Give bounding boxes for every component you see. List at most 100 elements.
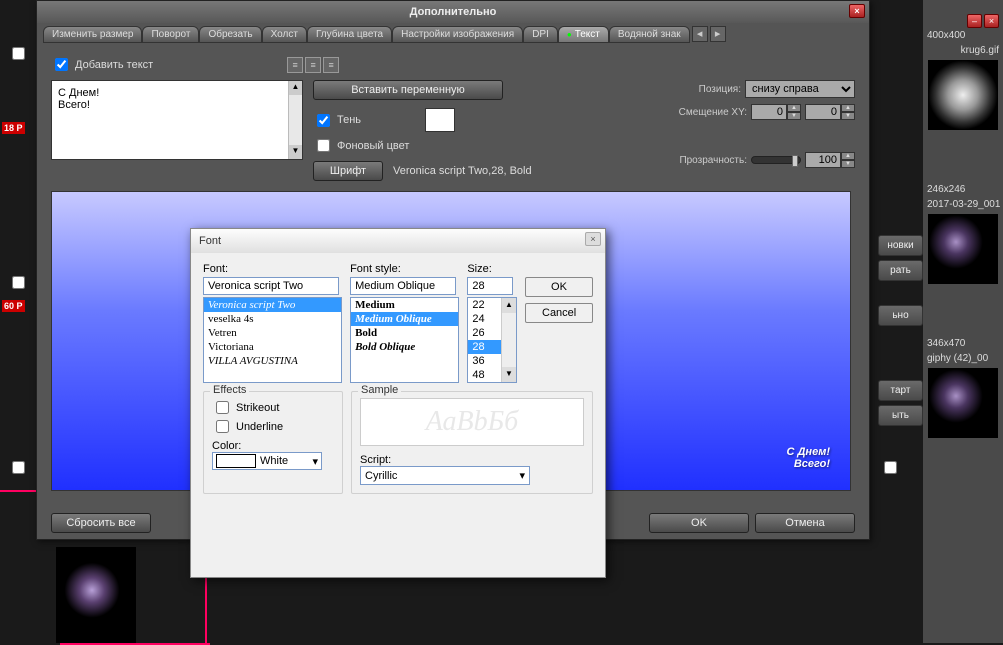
font-cancel-button[interactable]: Cancel xyxy=(525,303,593,323)
bgcolor-checkbox[interactable] xyxy=(317,139,330,152)
tab-bar: Изменить размер Поворот Обрезать Холст Г… xyxy=(37,23,869,45)
font-dialog: Font × Font: Veronica script Two veselka… xyxy=(190,228,606,578)
style-item-0[interactable]: Medium xyxy=(351,298,458,312)
align-center-icon[interactable]: ≡ xyxy=(305,57,321,73)
preview-line-1: С Днем! xyxy=(786,446,830,458)
font-style-input[interactable] xyxy=(350,277,456,295)
tab-resize[interactable]: Изменить размер xyxy=(43,26,142,43)
left-checkbox-2[interactable] xyxy=(12,276,25,289)
color-label: Color: xyxy=(212,440,334,452)
color-value: White xyxy=(260,455,312,467)
offset-y-input[interactable] xyxy=(805,104,841,120)
side-btn-5[interactable]: ыть xyxy=(878,405,923,426)
text-line-1: С Днем! xyxy=(58,87,296,99)
left-checkbox-1[interactable] xyxy=(12,47,25,60)
font-size-input[interactable] xyxy=(467,277,513,295)
style-item-3[interactable]: Bold Oblique xyxy=(351,340,458,354)
color-select[interactable]: White ▾ xyxy=(212,452,322,470)
offset-label: Смещение XY: xyxy=(679,107,747,118)
text-input-area[interactable]: С Днем! Всего! ▲ ▼ xyxy=(51,80,303,160)
font-ok-button[interactable]: OK xyxy=(525,277,593,297)
shadow-color-swatch[interactable] xyxy=(425,108,455,132)
up-arrow-icon[interactable]: ▲ xyxy=(841,152,855,160)
tab-scroll-left[interactable]: ◂ xyxy=(692,26,708,42)
thumbnail-2[interactable] xyxy=(928,214,998,284)
font-dialog-title: Font xyxy=(199,235,221,247)
side-btn-3[interactable]: ьно xyxy=(878,305,923,326)
left-checkbox-3[interactable] xyxy=(12,461,25,474)
insert-variable-button[interactable]: Вставить переменную xyxy=(313,80,503,100)
opacity-input[interactable] xyxy=(805,152,841,168)
reset-all-button[interactable]: Сбросить все xyxy=(51,513,151,533)
shadow-checkbox[interactable] xyxy=(317,114,330,127)
side-btn-1[interactable]: новки xyxy=(878,235,923,256)
opacity-slider[interactable] xyxy=(751,156,801,164)
font-item-2[interactable]: Vetren xyxy=(204,326,341,340)
align-right-icon[interactable]: ≡ xyxy=(323,57,339,73)
font-dialog-close-button[interactable]: × xyxy=(585,232,601,246)
font-listbox[interactable]: Veronica script Two veselka 4s Vetren Vi… xyxy=(203,297,342,383)
underline-checkbox[interactable] xyxy=(216,420,229,433)
font-button[interactable]: Шрифт xyxy=(313,161,383,181)
position-label: Позиция: xyxy=(699,84,741,95)
font-item-3[interactable]: Victoriana xyxy=(204,340,341,354)
bottom-thumbnail[interactable] xyxy=(56,547,136,643)
tab-watermark[interactable]: Водяной знак xyxy=(609,26,690,43)
scroll-down-icon[interactable]: ▼ xyxy=(289,145,302,159)
font-dialog-titlebar: Font × xyxy=(191,229,605,253)
position-select[interactable]: снизу справа xyxy=(745,80,855,98)
down-arrow-icon[interactable]: ▼ xyxy=(841,160,855,168)
offset-y-spinner[interactable]: ▲▼ xyxy=(805,104,855,120)
thumb-dim-1: 400x400 xyxy=(923,28,1003,43)
size-item-6[interactable]: 72 xyxy=(468,382,516,383)
close-icon[interactable]: × xyxy=(984,14,999,28)
up-arrow-icon[interactable]: ▲ xyxy=(787,104,801,112)
ok-button[interactable]: OK xyxy=(649,513,749,533)
tab-text[interactable]: Текст xyxy=(558,26,609,43)
opacity-spinner[interactable]: ▲▼ xyxy=(805,152,855,168)
text-line-2: Всего! xyxy=(58,99,296,111)
tab-rotate[interactable]: Поворот xyxy=(142,26,199,43)
script-value: Cyrillic xyxy=(365,470,397,482)
cancel-button[interactable]: Отмена xyxy=(755,513,855,533)
down-arrow-icon[interactable]: ▼ xyxy=(787,112,801,120)
up-arrow-icon[interactable]: ▲ xyxy=(841,104,855,112)
offset-x-input[interactable] xyxy=(751,104,787,120)
strikeout-label: Strikeout xyxy=(236,402,279,414)
window-title: Дополнительно xyxy=(410,6,497,18)
scroll-up-icon[interactable]: ▲ xyxy=(289,81,302,95)
tab-scroll-right[interactable]: ▸ xyxy=(710,26,726,42)
tab-dpi[interactable]: DPI xyxy=(523,26,558,43)
font-name-input[interactable] xyxy=(203,277,339,295)
tab-imagesettings[interactable]: Настройки изображения xyxy=(392,26,523,43)
tab-crop[interactable]: Обрезать xyxy=(199,26,261,43)
tab-canvas[interactable]: Холст xyxy=(262,26,307,43)
offset-x-spinner[interactable]: ▲▼ xyxy=(751,104,801,120)
window-close-button[interactable]: × xyxy=(849,4,865,18)
font-item-0[interactable]: Veronica script Two xyxy=(204,298,341,312)
minimize-icon[interactable]: – xyxy=(967,14,982,28)
style-listbox[interactable]: Medium Medium Oblique Bold Bold Oblique xyxy=(350,297,459,383)
add-text-checkbox[interactable] xyxy=(55,58,68,71)
size-label: Size: xyxy=(467,263,517,275)
script-select[interactable]: Cyrillic ▾ xyxy=(360,466,530,485)
font-item-1[interactable]: veselka 4s xyxy=(204,312,341,326)
preview-line-2: Всего! xyxy=(786,458,830,470)
side-btn-2[interactable]: рать xyxy=(878,260,923,281)
align-left-icon[interactable]: ≡ xyxy=(287,57,303,73)
size-listbox[interactable]: 22 24 26 28 36 48 72 ▲▼ xyxy=(467,297,517,383)
font-item-4[interactable]: VILLA AVGUSTINA xyxy=(204,354,341,368)
strikeout-checkbox[interactable] xyxy=(216,401,229,414)
style-item-2[interactable]: Bold xyxy=(351,326,458,340)
style-item-1[interactable]: Medium Oblique xyxy=(351,312,458,326)
thumbnail-1[interactable] xyxy=(928,60,998,130)
thumb-dim-2: 246x246 xyxy=(923,182,1003,197)
down-arrow-icon[interactable]: ▼ xyxy=(841,112,855,120)
tab-colordepth[interactable]: Глубина цвета xyxy=(307,26,392,43)
thumb-name-1: krug6.gif xyxy=(923,43,1003,58)
textarea-scrollbar[interactable]: ▲ ▼ xyxy=(288,81,302,159)
size-scrollbar[interactable]: ▲▼ xyxy=(501,298,516,382)
script-label: Script: xyxy=(360,454,584,466)
thumbnail-3[interactable] xyxy=(928,368,998,438)
side-btn-4[interactable]: тарт xyxy=(878,380,923,401)
